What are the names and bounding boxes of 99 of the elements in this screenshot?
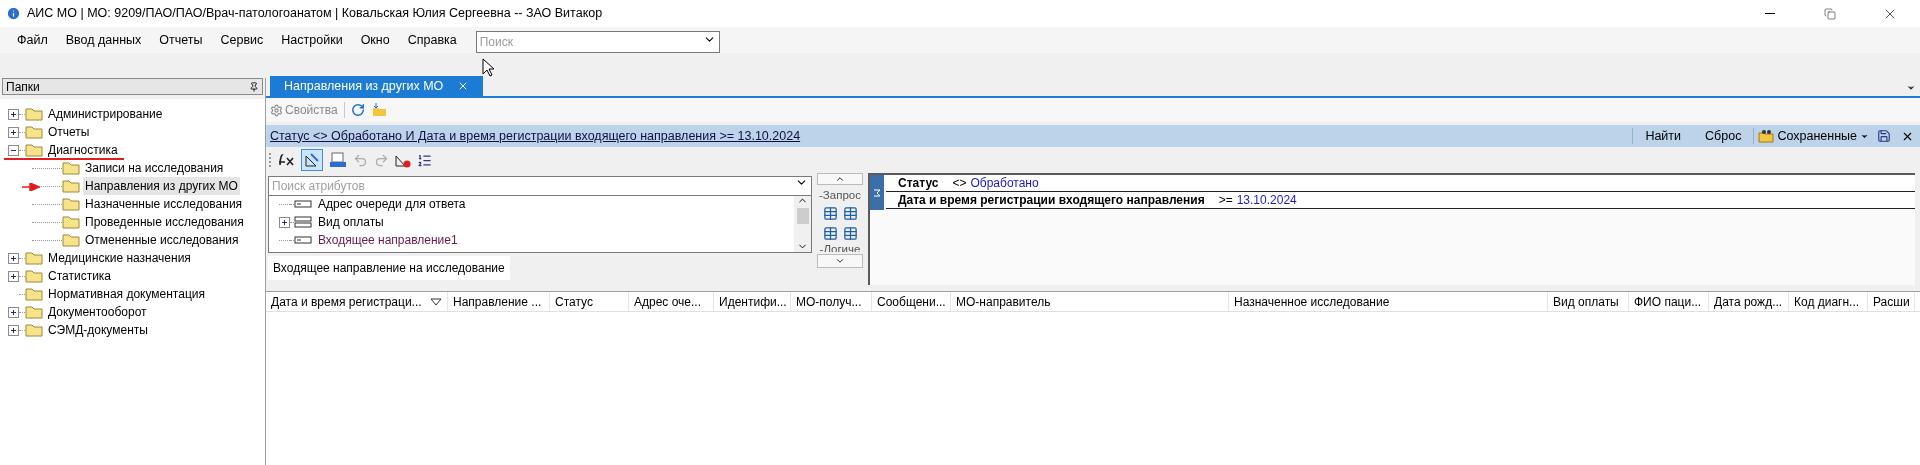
folder-icon (25, 323, 43, 337)
menu-item[interactable]: Справка (398, 30, 466, 50)
column-header[interactable]: Назначенное исследование (1229, 292, 1548, 311)
table-filter-icon[interactable] (822, 206, 838, 222)
tree-item[interactable]: Статистика (46, 267, 114, 285)
menu-item[interactable]: Ввод данных (56, 30, 151, 50)
attribute-item[interactable]: Адрес очереди для ответа (318, 195, 466, 213)
field-icon (294, 236, 312, 244)
tree-item[interactable]: Отмененные исследования (83, 231, 241, 249)
column-header[interactable]: Расши (1868, 292, 1915, 311)
tree-item[interactable]: Администрирование (46, 105, 165, 123)
xml-icon[interactable] (329, 152, 347, 168)
minimize-icon (1765, 13, 1775, 14)
column-header[interactable]: ФИО паци... (1629, 292, 1709, 311)
condition-row[interactable]: Дата и время регистрации входящего направления >= 13.10.2024 (886, 192, 1915, 209)
tree-item[interactable]: Записи на исследования (83, 159, 226, 177)
expand-icon[interactable] (8, 270, 19, 282)
search-field[interactable]: Поиск (475, 31, 720, 53)
folder-binoculars-icon (1758, 129, 1775, 143)
folder-icon (62, 179, 80, 193)
tree-item[interactable]: Диагностика (46, 141, 120, 159)
restore-icon (1824, 7, 1836, 20)
column-header[interactable]: Сообщени... (872, 292, 951, 311)
folder-icon (25, 251, 43, 265)
tree-item[interactable]: Направления из других МО (83, 177, 240, 195)
filter-action-button[interactable]: Сброс (1693, 126, 1754, 146)
menu-item[interactable]: Сервис (211, 30, 273, 50)
menu-item[interactable]: Окно (351, 30, 399, 50)
refresh-icon[interactable] (350, 103, 365, 117)
folder-icon (25, 107, 43, 121)
tree-item[interactable]: Медицинские назначения (46, 249, 193, 267)
menu-item[interactable]: Настройки (272, 30, 352, 50)
numbered-list-icon[interactable] (417, 152, 432, 168)
scrollbar[interactable] (794, 195, 811, 252)
folder-icon (25, 143, 43, 157)
folder-icon (62, 197, 80, 211)
column-header[interactable]: Код диагн... (1789, 292, 1868, 311)
tree-item[interactable]: Нормативная документация (46, 285, 207, 303)
column-header[interactable]: Дата рожд... (1709, 292, 1789, 311)
column-header[interactable]: Вид оплаты (1548, 292, 1629, 311)
tree-item[interactable]: Отчеты (46, 123, 92, 141)
document-tab[interactable]: Направления из других МО (270, 76, 484, 96)
annotation-arrow (22, 183, 40, 191)
condition-row[interactable]: Статус <> Обработано (886, 175, 1915, 192)
tree-item[interactable]: СЭМД-документы (46, 321, 150, 339)
group-operator-button[interactable] (870, 175, 884, 210)
design-mode-button[interactable] (301, 149, 323, 171)
chevron-up-icon (835, 174, 845, 184)
expand-icon[interactable] (279, 216, 290, 228)
entity-tab[interactable]: Входящее направление на исследование (268, 256, 510, 280)
tree-item[interactable]: Назначенные исследования (83, 195, 245, 213)
tree-item[interactable]: Проведенные исследования (83, 213, 246, 231)
column-header[interactable]: Идентифи... (714, 292, 791, 311)
attribute-search-field[interactable]: Поиск атрибутов (268, 176, 812, 196)
folder-icon (62, 215, 80, 229)
field-icon (294, 200, 312, 208)
formula-icon[interactable] (277, 153, 295, 167)
panel-title: Папки (6, 78, 40, 96)
column-header[interactable]: Дата и время регистраци... (266, 292, 448, 311)
sort-icon (430, 297, 442, 306)
column-header[interactable]: Статус (550, 292, 629, 311)
field-group-icon (294, 215, 312, 229)
attribute-item[interactable]: Входящее направление1 (318, 231, 458, 249)
table-formula-icon[interactable] (842, 206, 858, 222)
column-header[interactable]: Адрес оче... (629, 292, 714, 311)
cursor-icon (482, 58, 495, 77)
column-header[interactable]: МО-направитель (951, 292, 1229, 311)
sum-icon (873, 188, 881, 197)
expand-icon[interactable] (8, 252, 19, 264)
save-icon[interactable] (1877, 129, 1891, 143)
tab-list-icon[interactable] (1906, 83, 1916, 93)
app-icon (6, 6, 21, 21)
folder-icon (62, 161, 80, 175)
table-tree-icon[interactable] (822, 226, 838, 242)
saved-filters-button[interactable]: Сохраненные (1754, 126, 1873, 146)
window-title: АИС МО | МО: 9209/ПАО/ПАО/Врач-патологоанатом | Ковальская Юлия Сергеевна -- ЗАО Витакор (27, 5, 603, 23)
group-label: -Запрос (819, 188, 861, 203)
tree-item[interactable]: Документооборот (46, 303, 149, 321)
gear-icon (270, 103, 283, 117)
expand-icon[interactable] (8, 108, 19, 120)
collapse-icon[interactable] (8, 144, 19, 156)
filter-query-link[interactable]: Статус <> Обработано И Дата и время регистрации входящего направления >= 13.10.2024 (270, 126, 801, 146)
expand-icon[interactable] (8, 126, 19, 138)
menu-item[interactable]: Отчеты (150, 30, 212, 50)
menu-item[interactable]: Файл (8, 30, 57, 50)
folder-icon (25, 287, 43, 301)
expand-icon[interactable] (8, 306, 19, 318)
attribute-item[interactable]: Вид оплаты (318, 213, 384, 231)
filter-action-button[interactable]: Найти (1633, 126, 1694, 146)
folder-icon (25, 125, 43, 139)
triangle-ruler-icon (305, 153, 319, 167)
table-icon[interactable] (842, 226, 858, 242)
column-header[interactable]: МО-получ... (791, 292, 872, 311)
expand-icon[interactable] (8, 324, 19, 336)
column-header[interactable]: Направление ... (448, 292, 550, 311)
folder-icon (25, 305, 43, 319)
folder-icon (62, 233, 80, 247)
folder-icon (25, 269, 43, 283)
pin-icon[interactable] (249, 81, 259, 92)
